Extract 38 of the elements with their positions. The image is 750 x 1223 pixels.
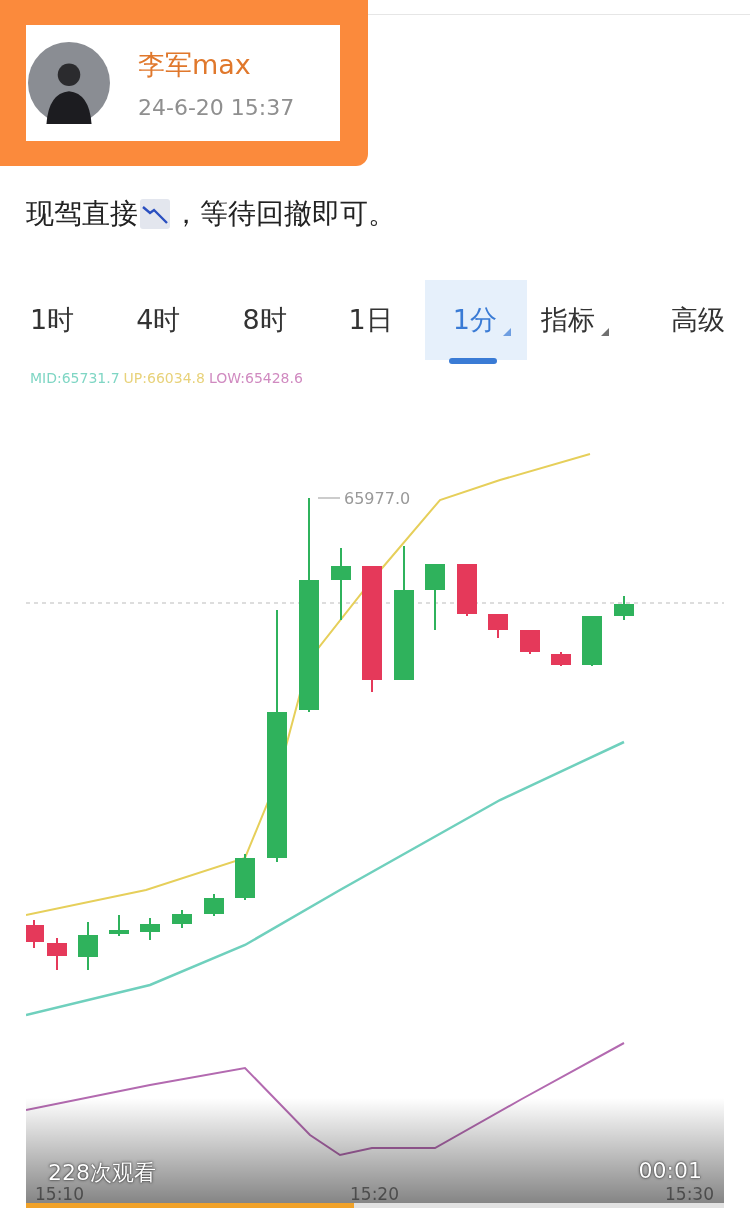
time-axis-label: 15:10 [35, 1184, 84, 1204]
post-time: 24-6-20 15:37 [138, 94, 295, 120]
timeframe-tab[interactable]: 高级 [666, 280, 725, 360]
candlestick [488, 613, 508, 639]
post-text: ，等待回撤即可。 [172, 196, 396, 232]
candlestick [425, 563, 445, 631]
video-player[interactable]: 65977.0 15:10 15:20 15:30 1时 4时 8时 1日 1分 指标 高级 MID:65731.7 UP:66034.8 LOW:65428.6 228次观看 00:01 [26, 280, 724, 1208]
timeframe-tab[interactable]: 指标 [536, 280, 609, 360]
candlestick [26, 919, 44, 949]
indicator-value: LOW:65428.6 [208, 370, 303, 386]
candlestick [551, 651, 571, 667]
candlestick [614, 595, 634, 621]
timeframe-tab[interactable]: 1日 [344, 280, 393, 360]
candlestick [457, 563, 477, 617]
video-duration: 00:01 [638, 1158, 702, 1185]
selected-indicator [448, 358, 497, 364]
chart-down-icon [140, 199, 170, 229]
time-axis-label: 15:20 [350, 1184, 399, 1204]
indicator-value: UP:66034.8 [123, 370, 205, 386]
candlestick [582, 615, 602, 667]
candlestick [520, 629, 540, 655]
indicator-value: MID:65731.7 [30, 370, 120, 386]
candlestick [78, 921, 98, 971]
candlestick [140, 917, 160, 941]
post-text: 现驾直接 [26, 196, 138, 232]
time-axis-label: 15:30 [665, 1184, 714, 1204]
candlestick [47, 937, 67, 971]
candlestick [172, 909, 192, 929]
candlestick [235, 853, 255, 901]
timeframe-tab[interactable]: 8时 [238, 280, 287, 360]
view-count: 228次观看 [48, 1159, 156, 1187]
candlestick [204, 893, 224, 917]
candlestick [109, 914, 129, 937]
timeframe-tab[interactable]: 4时 [132, 280, 181, 360]
leader-line [317, 497, 341, 499]
high-price-label: 65977.0 [344, 489, 411, 508]
progress-track[interactable] [26, 1203, 724, 1208]
timeframe-tab[interactable]: 1时 [26, 280, 75, 360]
